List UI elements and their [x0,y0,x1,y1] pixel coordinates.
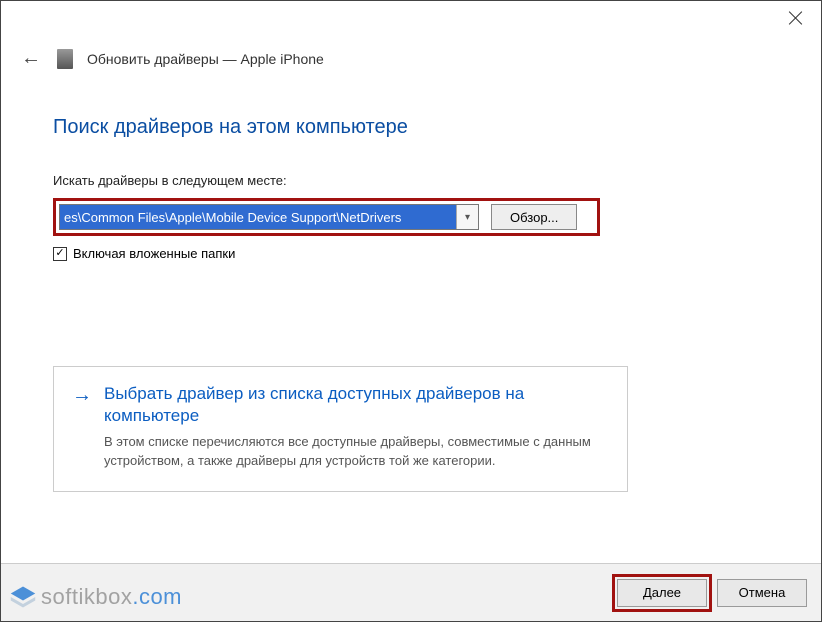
device-icon [57,49,73,69]
include-subfolders-row: ✓ Включая вложенные папки [53,246,769,261]
titlebar [1,1,821,41]
close-icon[interactable] [787,9,805,27]
driver-update-wizard: ← Обновить драйверы — Apple iPhone Поиск… [0,0,822,622]
path-row: ▾ Обзор... [59,204,594,230]
page-heading: Поиск драйверов на этом компьютере [53,116,769,139]
chevron-down-icon[interactable]: ▾ [456,205,478,229]
content-area: Поиск драйверов на этом компьютере Искат… [1,70,821,492]
next-button[interactable]: Далее [617,579,707,607]
pick-from-list-option[interactable]: → Выбрать драйвер из списка доступных др… [53,366,628,492]
path-combobox[interactable]: ▾ [59,204,479,230]
header: ← Обновить драйверы — Apple iPhone [1,41,821,70]
option-text: Выбрать драйвер из списка доступных драй… [104,383,609,471]
back-arrow-icon[interactable]: ← [19,47,43,70]
watermark-logo-icon [9,583,37,611]
include-subfolders-checkbox[interactable]: ✓ [53,247,67,261]
include-subfolders-label: Включая вложенные папки [73,246,235,261]
path-input[interactable] [60,205,456,229]
cancel-button[interactable]: Отмена [717,579,807,607]
watermark-text: softikbox.com [41,584,182,610]
footer: softikbox.com Далее Отмена [1,563,821,621]
watermark: softikbox.com [9,583,182,611]
browse-button[interactable]: Обзор... [491,204,577,230]
option-description: В этом списке перечисляются все доступны… [104,433,609,471]
window-title: Обновить драйверы — Apple iPhone [87,51,324,67]
option-title: Выбрать драйвер из списка доступных драй… [104,383,609,427]
path-label: Искать драйверы в следующем месте: [53,173,769,188]
path-row-highlight: ▾ Обзор... [53,198,600,236]
arrow-right-icon: → [72,385,92,471]
